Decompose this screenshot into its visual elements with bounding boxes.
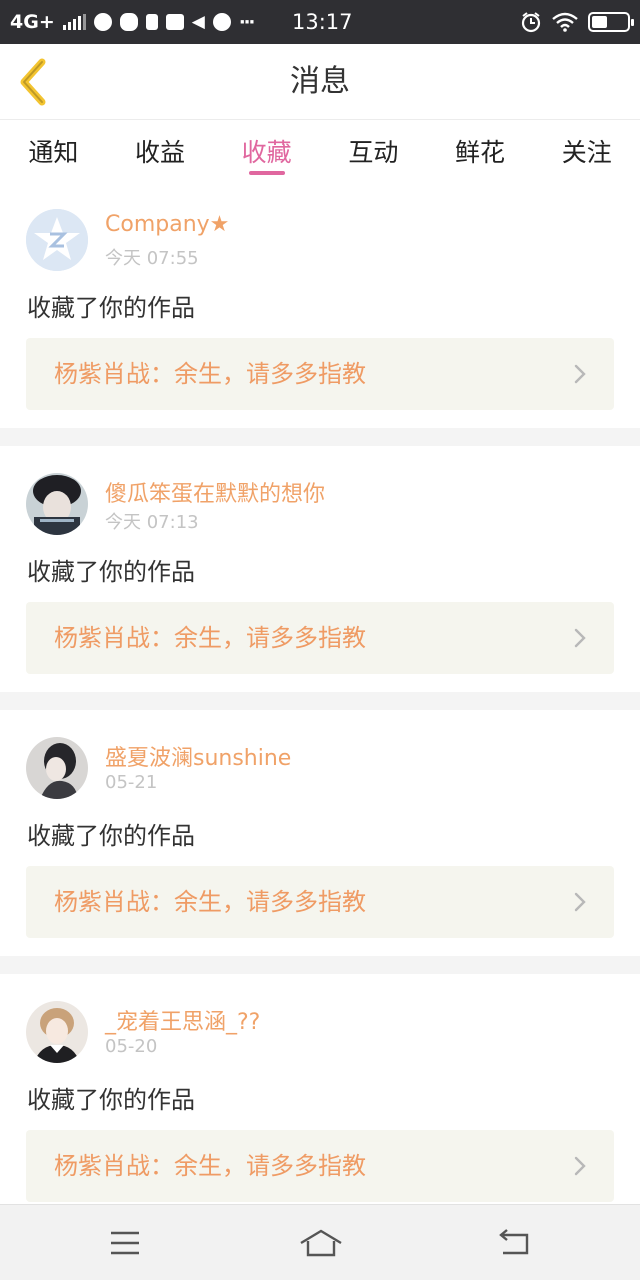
message-date: 今天 07:55 [105, 248, 199, 269]
message-date: 05-21 [105, 772, 158, 793]
chevron-right-icon [574, 364, 586, 384]
message-card: 傻瓜笨蛋在默默的想你 今天 07:13 收藏了你的作品 杨紫肖战：余生，请多多指… [0, 446, 640, 692]
tab-flowers[interactable]: 鲜花 [427, 121, 534, 181]
message-list[interactable]: Company★ 今天 07:55 收藏了你的作品 杨紫肖战：余生，请多多指教 … [0, 182, 640, 1204]
work-link[interactable]: 杨紫肖战：余生，请多多指教 [26, 602, 614, 674]
system-nav-bar [0, 1204, 640, 1280]
clock: 13:17 [292, 10, 353, 34]
chevron-right-icon [574, 1156, 586, 1176]
user-photo-avatar [26, 737, 88, 799]
work-title: 杨紫肖战：余生，请多多指教 [54, 624, 366, 652]
tab-notice[interactable]: 通知 [0, 121, 107, 181]
home-button[interactable] [298, 1225, 344, 1261]
divider [0, 692, 640, 710]
message-action: 收藏了你的作品 [27, 294, 195, 322]
message-card: _宠着王思涵_?? 05-20 收藏了你的作品 杨紫肖战：余生，请多多指教 [0, 974, 640, 1204]
work-title: 杨紫肖战：余生，请多多指教 [54, 360, 366, 388]
more-icon: ··· [238, 11, 255, 33]
cat-icon [119, 13, 138, 31]
divider [0, 956, 640, 974]
tab-following[interactable]: 关注 [533, 121, 640, 181]
message-action: 收藏了你的作品 [27, 1086, 195, 1114]
user-photo-avatar [26, 473, 88, 535]
message-action: 收藏了你的作品 [27, 558, 195, 586]
message-action: 收藏了你的作品 [27, 822, 195, 850]
tab-interaction[interactable]: 互动 [320, 121, 427, 181]
network-type: 4G+ [10, 11, 55, 33]
chat-icon [212, 13, 231, 31]
avatar[interactable] [26, 737, 88, 799]
menu-button[interactable] [105, 1225, 145, 1261]
username[interactable]: 盛夏波澜sunshine [105, 740, 291, 772]
avatar[interactable] [26, 209, 88, 271]
status-bar: 4G+ ◀ ··· 13:17 [0, 0, 640, 44]
mail-icon [165, 14, 184, 30]
qq-default-avatar-icon [26, 209, 88, 271]
tab-bar: 通知 收益 收藏 互动 鲜花 关注 [0, 121, 640, 181]
tab-earnings[interactable]: 收益 [107, 121, 214, 181]
menu-icon [111, 1231, 139, 1255]
header: 消息 [0, 44, 640, 120]
work-link[interactable]: 杨紫肖战：余生，请多多指教 [26, 866, 614, 938]
signal-icon [62, 14, 86, 30]
message-card: 盛夏波澜sunshine 05-21 收藏了你的作品 杨紫肖战：余生，请多多指教 [0, 710, 640, 956]
username[interactable]: Company★ [105, 212, 229, 237]
home-icon [300, 1229, 342, 1257]
status-right [520, 0, 634, 44]
work-link[interactable]: 杨紫肖战：余生，请多多指教 [26, 1130, 614, 1202]
battery-icon [588, 12, 634, 32]
status-left: 4G+ ◀ ··· [10, 0, 255, 44]
work-title: 杨紫肖战：余生，请多多指教 [54, 888, 366, 916]
message-date: 05-20 [105, 1036, 158, 1057]
back-nav-button[interactable] [495, 1225, 535, 1261]
avatar[interactable] [26, 1001, 88, 1063]
alarm-icon [521, 12, 541, 33]
mute-icon: ◀ [191, 12, 205, 32]
divider [0, 428, 640, 446]
avatar[interactable] [26, 473, 88, 535]
tab-favorites[interactable]: 收藏 [213, 121, 320, 181]
user-photo-avatar [26, 1001, 88, 1063]
back-icon [499, 1229, 529, 1255]
work-link[interactable]: 杨紫肖战：余生，请多多指教 [26, 338, 614, 410]
message-date: 今天 07:13 [105, 512, 199, 533]
message-card: Company★ 今天 07:55 收藏了你的作品 杨紫肖战：余生，请多多指教 [0, 182, 640, 428]
wifi-icon [552, 12, 578, 32]
android-icon [145, 14, 158, 30]
battery-level [592, 16, 607, 28]
chevron-right-icon [574, 628, 586, 648]
work-title: 杨紫肖战：余生，请多多指教 [54, 1152, 366, 1180]
page-title: 消息 [290, 64, 350, 99]
browser-icon [93, 13, 112, 31]
username[interactable]: 傻瓜笨蛋在默默的想你 [105, 476, 325, 508]
username[interactable]: _宠着王思涵_?? [105, 1004, 260, 1036]
chevron-right-icon [574, 892, 586, 912]
